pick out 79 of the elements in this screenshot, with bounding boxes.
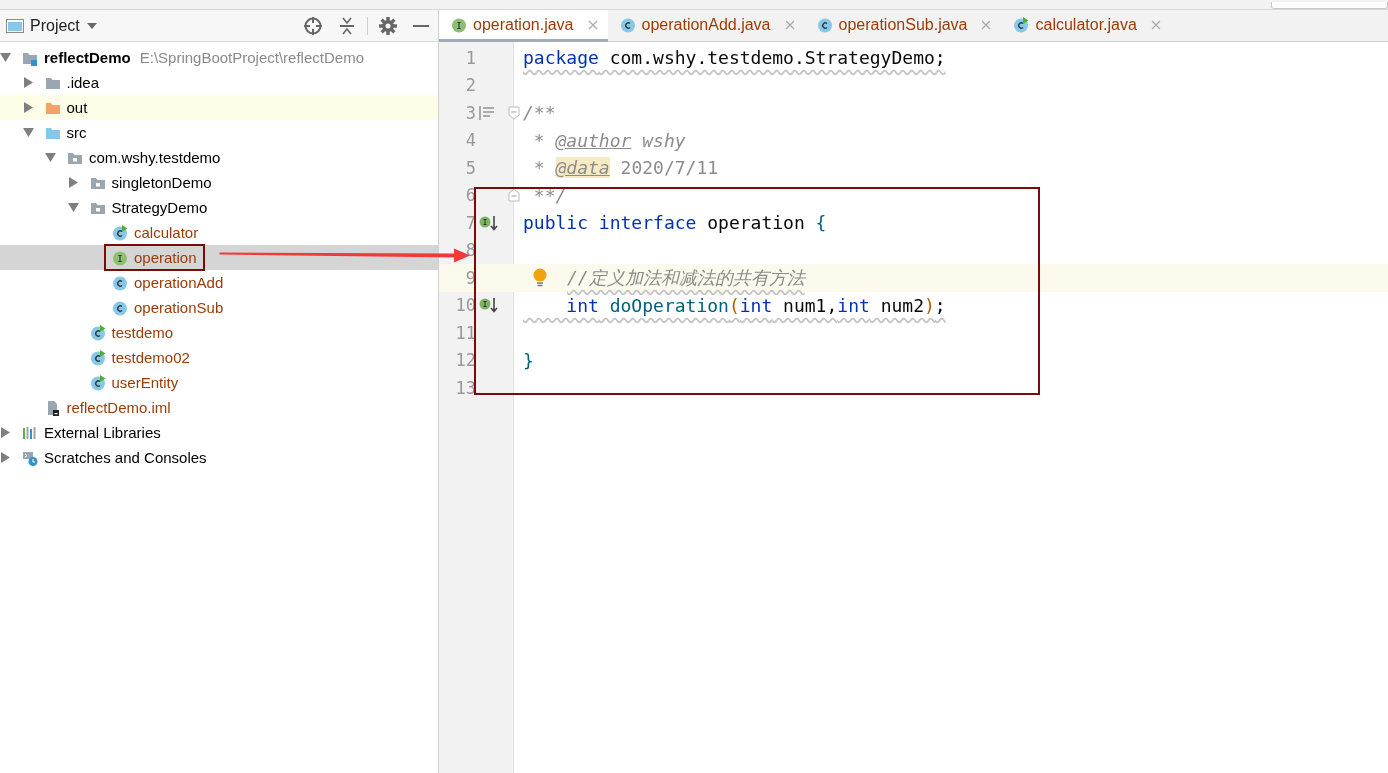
scratches-icon <box>22 449 38 466</box>
implemented-marker-icon[interactable] <box>479 213 499 232</box>
line-number: 2 <box>465 75 476 96</box>
libraries-icon <box>22 424 38 441</box>
line-number: 1 <box>465 47 476 68</box>
code-line: package com.wshy.testdemo.StrategyDemo; <box>523 47 946 69</box>
line-number: 4 <box>465 130 476 151</box>
lightbulb-icon[interactable] <box>533 267 547 288</box>
code-line: * @author wshy <box>532 129 686 151</box>
runnable-class-icon <box>89 349 106 366</box>
close-icon[interactable] <box>784 19 795 30</box>
panel-title[interactable]: Project <box>30 16 80 35</box>
interface-icon <box>451 16 467 33</box>
tree-item[interactable]: userEntity <box>111 374 179 391</box>
tree-item[interactable]: com.wshy.testdemo <box>89 149 221 166</box>
expanded-arrow-icon[interactable] <box>22 127 34 138</box>
file-tab[interactable]: calculator.java <box>1001 10 1171 42</box>
collapsed-arrow-icon[interactable] <box>0 452 11 463</box>
interface-icon <box>112 249 128 266</box>
close-icon[interactable] <box>587 19 598 30</box>
project-path: E:\SpringBootProject\reflectDemo <box>139 49 364 66</box>
line-number: 13 <box>455 377 476 398</box>
tree-item[interactable]: src <box>66 124 87 141</box>
selected-row-highlight[interactable]: operation <box>0 245 438 270</box>
runnable-class-icon <box>1013 16 1030 33</box>
code-line: //定义加法和减法的共有方法 <box>567 265 805 290</box>
tree-item[interactable]: singletonDemo <box>111 174 212 191</box>
fold-marker-icon[interactable] <box>508 105 520 120</box>
file-tab[interactable]: operationSub.java <box>804 10 1002 42</box>
line-number: 11 <box>455 322 476 343</box>
collapse-all-icon[interactable] <box>337 15 357 36</box>
tree-item[interactable]: testdemo <box>111 324 174 341</box>
tree-item[interactable]: operationAdd <box>134 274 224 291</box>
dropdown-caret-icon[interactable] <box>85 21 98 30</box>
file-tab[interactable]: operationAdd.java <box>607 10 805 42</box>
expanded-arrow-icon[interactable] <box>45 152 56 163</box>
line-number: 7 <box>465 212 476 233</box>
fold-marker-icon[interactable] <box>508 188 520 203</box>
expanded-arrow-icon[interactable] <box>67 202 79 213</box>
collapsed-arrow-icon[interactable] <box>22 102 34 113</box>
class-icon <box>112 299 128 316</box>
collapsed-arrow-icon[interactable] <box>67 177 79 188</box>
window-icon <box>6 17 24 34</box>
code-line: /** <box>523 102 556 124</box>
settings-icon[interactable] <box>378 15 398 36</box>
runnable-class-icon <box>89 374 106 391</box>
tree-item[interactable]: operationSub <box>134 299 224 316</box>
lines-icon[interactable] <box>479 105 495 120</box>
text-field[interactable] <box>1271 2 1388 9</box>
tree-item[interactable]: StrategyDemo <box>111 199 208 216</box>
tree-item[interactable]: testdemo02 <box>111 349 190 366</box>
runnable-class-icon <box>112 224 128 241</box>
tree-item[interactable]: calculator <box>134 224 199 241</box>
close-icon[interactable] <box>981 19 992 30</box>
code-line: } <box>523 349 534 371</box>
class-icon <box>619 16 636 33</box>
close-icon[interactable] <box>1150 19 1161 30</box>
code-line: **/ <box>532 184 567 206</box>
file-tab[interactable]: operation.java <box>439 10 608 42</box>
code-line: public interface operation { <box>523 212 827 234</box>
locate-target-icon[interactable] <box>303 15 323 36</box>
tree-item[interactable]: reflectDemo <box>44 49 131 66</box>
tree-item[interactable]: Scratches and Consoles <box>44 449 207 466</box>
class-icon <box>816 16 833 33</box>
collapsed-arrow-icon[interactable] <box>22 77 34 88</box>
tree-item[interactable]: External Libraries <box>44 424 161 441</box>
line-number: 12 <box>455 350 476 371</box>
implemented-marker-icon[interactable] <box>479 296 499 315</box>
line-number: 3 <box>465 102 476 123</box>
collapsed-arrow-icon[interactable] <box>0 427 11 438</box>
runnable-class-icon <box>89 324 106 341</box>
tree-item[interactable]: .idea <box>66 74 100 91</box>
tree-item[interactable]: operation <box>134 249 197 266</box>
class-icon <box>112 274 128 291</box>
line-number: 5 <box>465 157 476 178</box>
expanded-arrow-icon[interactable] <box>0 52 11 63</box>
code-line: int doOperation(int num1,int num2); <box>565 294 946 316</box>
tree-item[interactable]: reflectDemo.iml <box>66 399 171 416</box>
tree-item[interactable]: out <box>66 99 88 116</box>
